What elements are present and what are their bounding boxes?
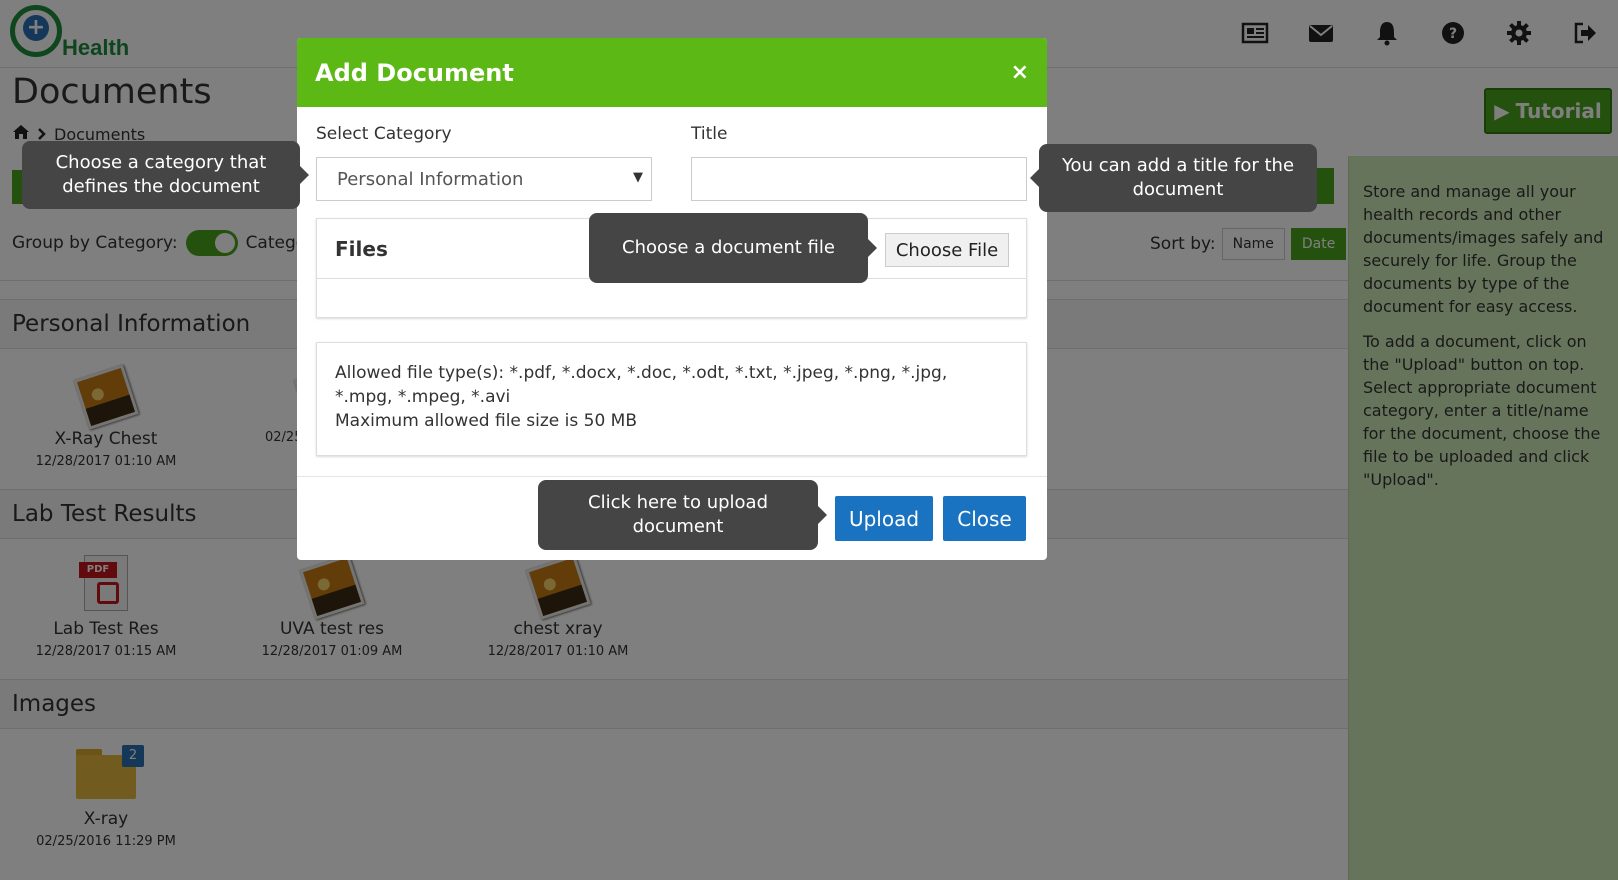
tooltip-category: Choose a category that defines the docum… [22,141,309,209]
category-value: Personal Information [337,168,524,190]
category-label: Select Category [316,124,452,144]
choose-file-button[interactable]: Choose File [885,233,1009,267]
max-size-text: Maximum allowed file size is 50 MB [335,411,637,431]
dialog-header: Add Document × [297,38,1047,107]
tooltip-file: Choose a document file [589,213,877,283]
file-requirements: Allowed file type(s): *.pdf, *.docx, *.d… [316,342,1027,456]
dialog-title: Add Document [315,58,514,87]
close-button[interactable]: Close [943,496,1026,541]
allowed-types-text: Allowed file type(s): *.pdf, *.docx, *.d… [335,363,948,407]
upload-button[interactable]: Upload [835,496,933,541]
tooltip-upload: Click here to upload document [538,480,827,550]
title-label: Title [691,124,728,144]
title-input[interactable] [691,157,1027,201]
chevron-down-icon: ▼ [633,170,643,185]
category-select[interactable]: Personal Information ▼ [316,157,652,201]
close-icon[interactable]: × [1011,60,1029,85]
tooltip-title: You can add a title for the document [1030,144,1317,212]
